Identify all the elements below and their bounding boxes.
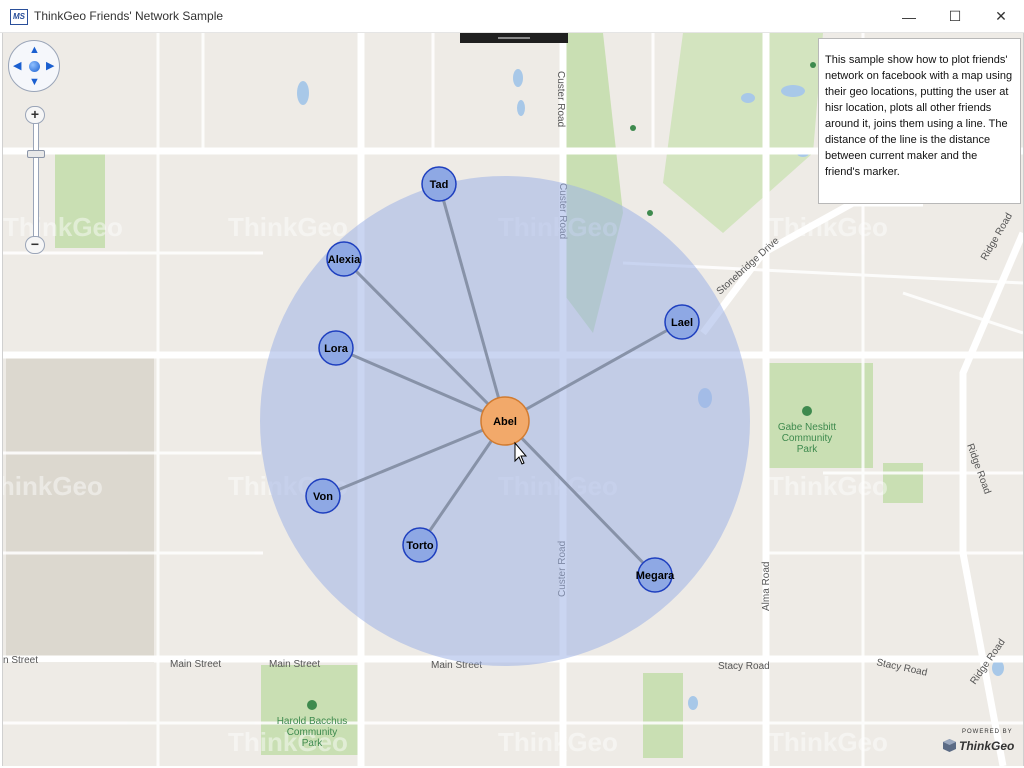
powered-by-caption: POWERED BY [962, 729, 1013, 735]
zoom-out-button[interactable]: − [25, 236, 45, 254]
powered-by-logo: POWERED BY ThinkGeo [942, 726, 1018, 758]
app-icon: MS [10, 9, 28, 25]
maximize-button[interactable]: ☐ [932, 0, 978, 33]
friend-marker[interactable]: Von [305, 478, 341, 514]
top-collapse-handle[interactable] [460, 33, 568, 43]
info-panel: This sample show how to plot friends' ne… [818, 38, 1021, 204]
friend-label: Torto [406, 540, 434, 552]
thinkgeo-logo-icon [943, 739, 956, 752]
zoom-slider-track[interactable] [33, 122, 39, 240]
pan-down-arrow-icon[interactable]: ▼ [29, 77, 40, 88]
zoom-slider-thumb[interactable] [27, 150, 45, 158]
zoom-control: + − [24, 106, 46, 258]
friend-marker[interactable]: Tad [421, 166, 457, 202]
friend-marker[interactable]: Lora [318, 330, 354, 366]
pan-left-arrow-icon[interactable]: ◀ [13, 61, 21, 72]
title-bar: MS ThinkGeo Friends' Network Sample — ☐ … [0, 0, 1024, 33]
pan-center-icon[interactable] [29, 61, 40, 72]
friend-label: Megara [636, 570, 675, 582]
pan-up-arrow-icon[interactable]: ▲ [29, 45, 40, 56]
powered-by-brand: ThinkGeo [959, 739, 1015, 753]
friend-label: Alexia [328, 254, 361, 266]
friend-marker[interactable]: Alexia [326, 241, 362, 277]
close-button[interactable]: ✕ [978, 0, 1024, 33]
friend-label: Lora [324, 343, 349, 355]
minimize-button[interactable]: — [886, 0, 932, 33]
friend-marker[interactable]: Lael [664, 304, 700, 340]
center-user-marker: Abel [480, 396, 530, 446]
friend-label: Von [313, 491, 333, 503]
pan-right-arrow-icon[interactable]: ▶ [46, 61, 54, 72]
pan-control[interactable]: ▲ ▼ ◀ ▶ [8, 40, 60, 92]
map-view[interactable]: ThinkGeo ThinkGeo ThinkGeo ThinkGeo Thin… [2, 33, 1024, 766]
friend-label: Lael [671, 317, 693, 329]
friend-label: Tad [430, 179, 449, 191]
window-title: ThinkGeo Friends' Network Sample [34, 9, 224, 23]
friend-marker[interactable]: Torto [402, 527, 438, 563]
zoom-in-button[interactable]: + [25, 106, 45, 124]
center-user-label: Abel [493, 416, 517, 428]
